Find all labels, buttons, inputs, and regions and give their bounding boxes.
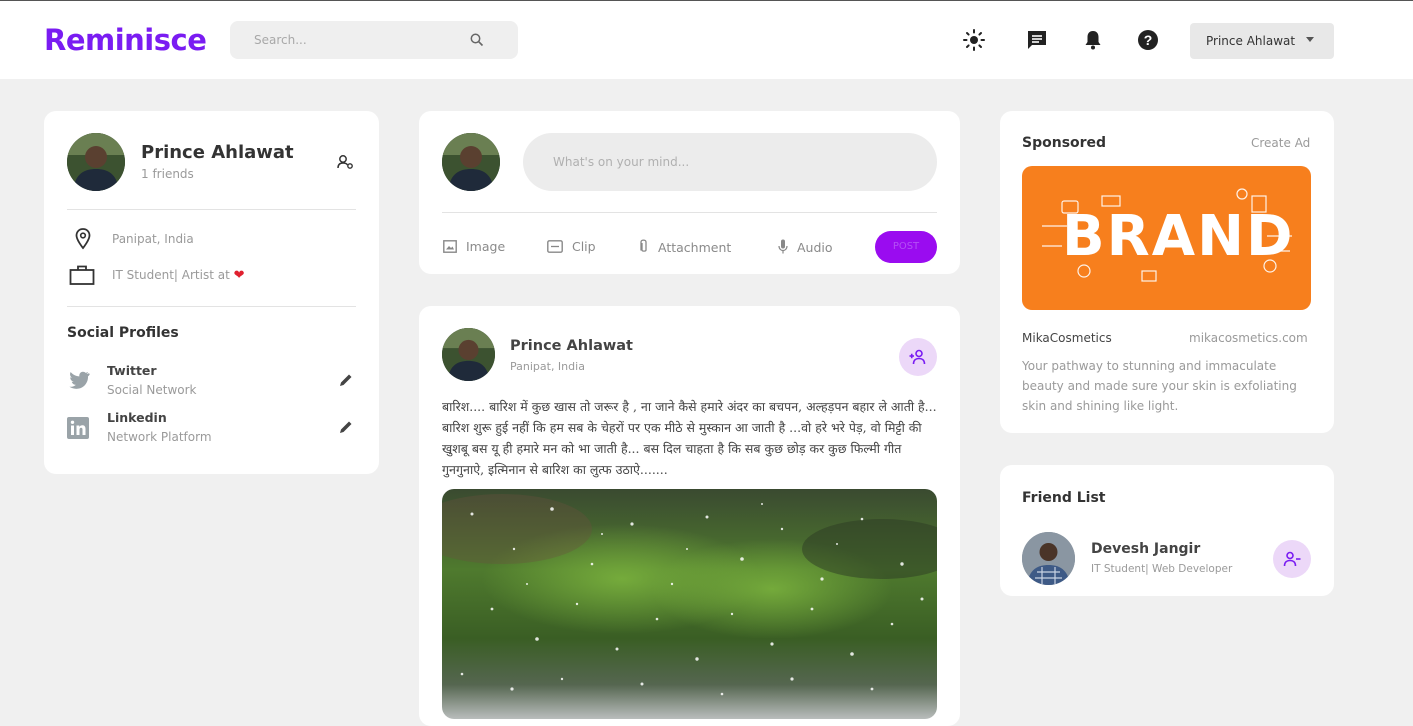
gif-icon bbox=[547, 240, 563, 256]
profile-occupation-text: IT Student| Artist at bbox=[112, 268, 230, 282]
social-linkedin-type: Network Platform bbox=[107, 430, 212, 444]
add-person-icon bbox=[909, 349, 927, 369]
add-friend-button[interactable] bbox=[899, 338, 937, 376]
ad-brand-url[interactable]: mikacosmetics.com bbox=[1189, 331, 1308, 345]
clip-button[interactable]: Clip bbox=[547, 239, 596, 256]
post-image[interactable] bbox=[442, 489, 937, 719]
post-author-avatar[interactable] bbox=[442, 328, 495, 381]
ad-description: Your pathway to stunning and immaculate … bbox=[1022, 359, 1297, 413]
heart-icon: ❤ bbox=[233, 268, 245, 283]
twitter-icon bbox=[68, 371, 90, 393]
create-ad-link[interactable]: Create Ad bbox=[1251, 136, 1310, 150]
divider bbox=[67, 306, 356, 307]
social-linkedin-name[interactable]: Linkedin bbox=[107, 410, 167, 425]
remove-friend-button[interactable] bbox=[1273, 540, 1311, 578]
linkedin-icon bbox=[67, 417, 89, 443]
app-logo[interactable]: Reminisce bbox=[44, 23, 207, 57]
sponsored-heading: Sponsored bbox=[1022, 135, 1107, 151]
edit-pencil-icon[interactable] bbox=[338, 372, 354, 392]
image-icon bbox=[443, 240, 457, 256]
clip-button-label: Clip bbox=[571, 239, 596, 254]
sun-icon[interactable] bbox=[962, 28, 986, 52]
profile-avatar[interactable] bbox=[67, 133, 125, 191]
user-menu-button[interactable]: Prince Ahlawat bbox=[1190, 23, 1334, 59]
svg-text:?: ? bbox=[1144, 32, 1153, 48]
post-input-placeholder[interactable]: What's on your mind... bbox=[553, 155, 689, 169]
friend-list-heading: Friend List bbox=[1022, 490, 1106, 506]
attachment-button-label: Attachment bbox=[657, 240, 732, 255]
divider bbox=[67, 209, 356, 210]
search-placeholder[interactable]: Search... bbox=[254, 33, 307, 47]
image-button-label: Image bbox=[465, 239, 506, 254]
location-pin-icon bbox=[75, 228, 91, 254]
ad-brand-name[interactable]: MikaCosmetics bbox=[1022, 331, 1112, 345]
chevron-down-icon bbox=[1306, 37, 1314, 42]
navbar: Reminisce Search... ? Prince Ahlawat bbox=[0, 1, 1413, 79]
profile-friend-count: 1 friends bbox=[141, 167, 194, 181]
profile-location: Panipat, India bbox=[112, 232, 194, 246]
social-profiles-heading: Social Profiles bbox=[67, 325, 179, 341]
divider bbox=[442, 212, 937, 213]
composer-avatar bbox=[442, 133, 500, 191]
post-body-text: बारिश.... बारिश में कुछ खास तो जरूर है ,… bbox=[442, 399, 937, 477]
search-bar[interactable]: Search... bbox=[230, 21, 518, 59]
profile-name[interactable]: Prince Ahlawat bbox=[141, 142, 294, 163]
social-twitter-type: Social Network bbox=[107, 383, 197, 397]
attachment-button[interactable]: Attachment bbox=[639, 239, 731, 257]
friend-name[interactable]: Devesh Jangir bbox=[1091, 541, 1200, 557]
remove-person-icon bbox=[1283, 551, 1301, 571]
edit-pencil-icon[interactable] bbox=[338, 419, 354, 439]
message-icon[interactable] bbox=[1025, 28, 1049, 52]
friend-avatar[interactable] bbox=[1022, 532, 1075, 585]
image-button[interactable]: Image bbox=[443, 239, 505, 256]
manage-friends-icon[interactable] bbox=[336, 153, 354, 175]
paperclip-icon bbox=[639, 239, 649, 257]
post-button[interactable]: POST bbox=[875, 231, 937, 263]
profile-occupation: IT Student| Artist at ❤ bbox=[112, 268, 245, 283]
bell-icon[interactable] bbox=[1081, 28, 1105, 52]
post-button-label: POST bbox=[892, 241, 920, 252]
ad-image[interactable]: BRAND bbox=[1022, 166, 1311, 310]
microphone-icon bbox=[778, 239, 788, 257]
social-twitter-name[interactable]: Twitter bbox=[107, 363, 157, 378]
audio-button[interactable]: Audio bbox=[778, 239, 833, 257]
ad-brand-text: BRAND bbox=[1062, 204, 1295, 269]
user-menu-name: Prince Ahlawat bbox=[1206, 34, 1296, 48]
audio-button-label: Audio bbox=[796, 240, 833, 255]
post-author-location: Panipat, India bbox=[510, 360, 585, 373]
post-author-name[interactable]: Prince Ahlawat bbox=[510, 338, 633, 354]
search-icon[interactable] bbox=[470, 32, 484, 51]
help-icon[interactable]: ? bbox=[1136, 28, 1160, 52]
post-input[interactable]: What's on your mind... bbox=[523, 133, 937, 191]
briefcase-icon bbox=[69, 264, 95, 290]
friend-subtitle: IT Student| Web Developer bbox=[1091, 563, 1233, 575]
